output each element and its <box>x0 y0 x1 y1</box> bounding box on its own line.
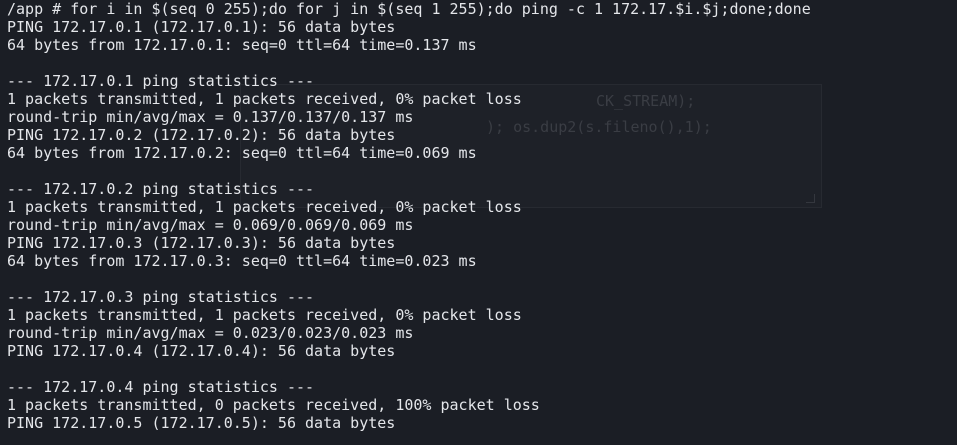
terminal-output-line: --- 172.17.0.3 ping statistics --- <box>7 288 315 306</box>
terminal-output-line: 1 packets transmitted, 1 packets receive… <box>7 90 522 108</box>
terminal-output-line: round-trip min/avg/max = 0.023/0.023/0.0… <box>7 324 414 342</box>
terminal-output-line: PING 172.17.0.5 (172.17.0.5): 56 data by… <box>7 414 396 432</box>
terminal-blank-line <box>7 54 811 72</box>
terminal-blank-line <box>7 162 811 180</box>
terminal-output-line: 64 bytes from 172.17.0.3: seq=0 ttl=64 t… <box>7 252 477 270</box>
terminal-output-line: 1 packets transmitted, 1 packets receive… <box>7 306 522 324</box>
terminal-output-line: 64 bytes from 172.17.0.1: seq=0 ttl=64 t… <box>7 36 477 54</box>
terminal-output-line: --- 172.17.0.2 ping statistics --- <box>7 180 315 198</box>
terminal-blank-line <box>7 270 811 288</box>
terminal-output-line: --- 172.17.0.4 ping statistics --- <box>7 378 315 396</box>
terminal-blank-line <box>7 360 811 378</box>
terminal-output-line: 1 packets transmitted, 1 packets receive… <box>7 198 522 216</box>
terminal-output-line: PING 172.17.0.1 (172.17.0.1): 56 data by… <box>7 18 396 36</box>
terminal-output-line: 64 bytes from 172.17.0.2: seq=0 ttl=64 t… <box>7 144 477 162</box>
terminal-output-line: PING 172.17.0.2 (172.17.0.2): 56 data by… <box>7 126 396 144</box>
terminal-output-line: round-trip min/avg/max = 0.137/0.137/0.1… <box>7 108 414 126</box>
terminal-output-line: PING 172.17.0.4 (172.17.0.4): 56 data by… <box>7 342 396 360</box>
terminal-output-line: 1 packets transmitted, 0 packets receive… <box>7 396 540 414</box>
terminal-command-line: /app # for i in $(seq 0 255);do for j in… <box>7 0 811 18</box>
terminal-output-line: PING 172.17.0.3 (172.17.0.3): 56 data by… <box>7 234 396 252</box>
terminal-window[interactable]: CK_STREAM); ); os.dup2(s.fileno(),1); /a… <box>0 0 957 445</box>
terminal-output[interactable]: /app # for i in $(seq 0 255);do for j in… <box>7 0 811 432</box>
terminal-output-line: round-trip min/avg/max = 0.069/0.069/0.0… <box>7 216 414 234</box>
terminal-output-line: --- 172.17.0.1 ping statistics --- <box>7 72 315 90</box>
